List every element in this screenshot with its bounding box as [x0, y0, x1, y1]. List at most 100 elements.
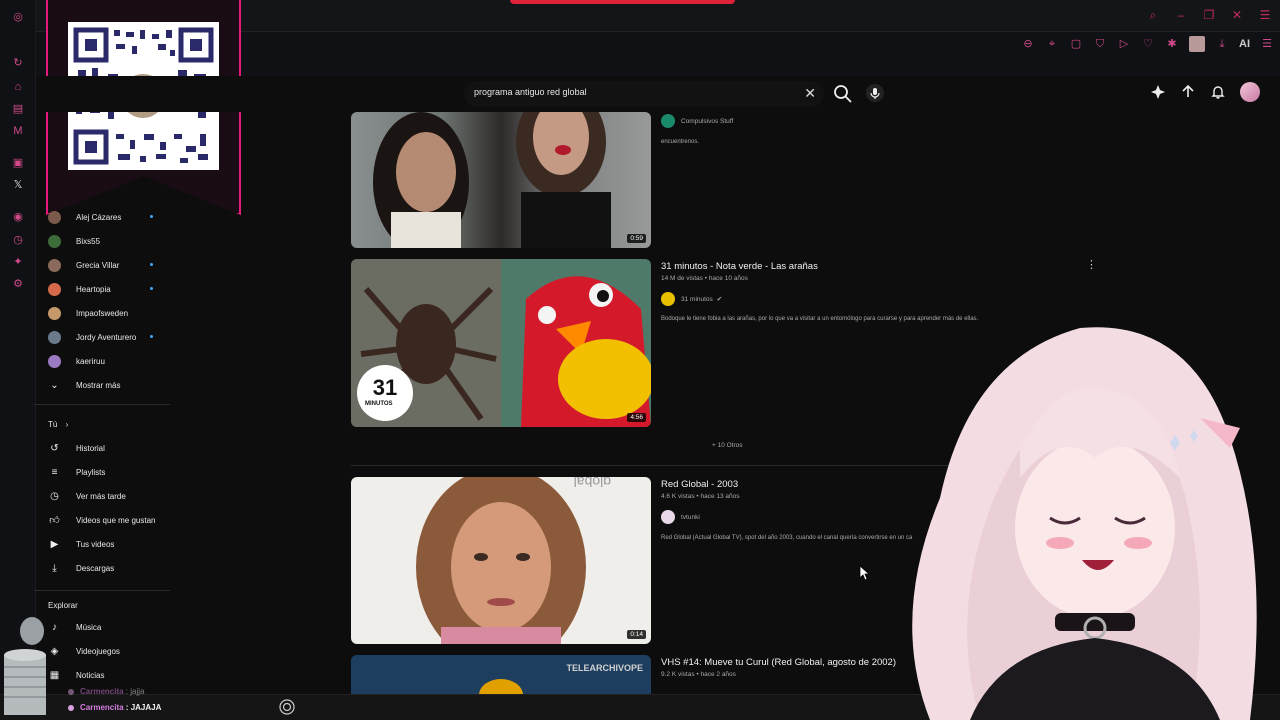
video-title[interactable]: VHS #14: Mueve tu Curul (Red Global, ago…: [661, 657, 896, 668]
video-thumbnail[interactable]: 0:59: [351, 112, 651, 248]
zoom-icon[interactable]: ⊖: [1021, 37, 1035, 51]
extensions-icon[interactable]: ✦: [11, 255, 25, 269]
tin-can-graphic: [4, 617, 46, 715]
channel-avatar: [48, 282, 61, 296]
video-icon: ▶: [50, 538, 59, 550]
clock-icon: ◷: [50, 490, 59, 502]
chat-message: Carmencita : jajja: [68, 687, 144, 696]
clear-search-icon[interactable]: ✕: [804, 85, 816, 101]
play-icon[interactable]: ▷: [1117, 37, 1131, 51]
profile-avatar[interactable]: [1189, 36, 1205, 52]
channel-link[interactable]: Compulsivos Stuff: [661, 114, 733, 128]
nav-item-gamepad[interactable]: ◈ Videojuegos: [48, 643, 120, 659]
crop-icon[interactable]: ▢: [1069, 37, 1083, 51]
show-more-button[interactable]: ⌄ Mostrar más: [48, 377, 120, 393]
close-icon[interactable]: ✕: [1230, 8, 1244, 22]
nav-divider: [34, 590, 170, 591]
verified-icon: ✔: [716, 296, 723, 303]
twitch-icon[interactable]: ▣: [11, 156, 25, 170]
player-icon[interactable]: ◉: [11, 210, 25, 224]
nav-item-music[interactable]: ♪ Música: [48, 619, 101, 635]
video-description: encuentrenos.: [661, 139, 700, 145]
nav-item-video[interactable]: ▶ Tus videos: [48, 536, 115, 552]
thumbnail-image: [373, 112, 611, 248]
search-query[interactable]: programa antiguo red global: [474, 87, 587, 97]
nav-item-download[interactable]: ⤓ Descargas: [48, 560, 114, 576]
note-icon[interactable]: ▤: [11, 102, 25, 116]
subscription-item[interactable]: kaeriruu: [48, 353, 105, 369]
channel-avatar: [661, 292, 675, 306]
window-controls: ⌕ – ❐ ✕ ☰: [1146, 8, 1272, 22]
subscription-item[interactable]: Jordy Aventurero: [48, 329, 153, 345]
nav-item-playlist[interactable]: ≡ Playlists: [48, 464, 106, 480]
download-icon: ⤓: [52, 562, 57, 574]
channel-avatar: [48, 354, 61, 368]
channel-avatar: [48, 330, 61, 344]
channel-link[interactable]: tvtunki: [661, 510, 700, 524]
chat-message: Carmencita : JAJAJA: [68, 703, 161, 712]
video-title[interactable]: Red Global - 2003: [661, 479, 738, 490]
subscription-item[interactable]: Impaofsweden: [48, 305, 128, 321]
nav-item-history[interactable]: ↺ Historial: [48, 440, 105, 456]
channel-avatar: [48, 306, 61, 320]
more-options-icon[interactable]: ⋮: [1086, 258, 1097, 271]
settings-icon[interactable]: ⚙: [11, 277, 25, 291]
browser-sidebar: ◎ ↻ ⌂ ▤ M ▣ 𝕏 ◉ ◷ ✦ ⚙: [0, 0, 36, 720]
shield-icon[interactable]: ⛉: [1093, 37, 1107, 51]
microphone-icon[interactable]: [866, 84, 884, 102]
explore-heading: Explorar: [48, 601, 78, 610]
ai-button[interactable]: AI: [1239, 37, 1250, 51]
menu-icon[interactable]: ☰: [1260, 37, 1274, 51]
video-title[interactable]: 31 minutos - Nota verde - Las arañas: [661, 261, 818, 272]
thumbs-up-icon: 👍︎: [49, 514, 60, 526]
video-thumbnail[interactable]: global 0:14: [351, 477, 651, 644]
thumbnail-watermark: TELEARCHIVOPE: [566, 663, 643, 673]
nav-item-thumbs-up[interactable]: 👍︎ Videos que me gustan: [48, 512, 155, 528]
search-icon[interactable]: ⌕: [1146, 8, 1160, 22]
chat-bullet: [68, 688, 74, 695]
search-icon[interactable]: [832, 83, 854, 105]
gamepad-icon: ◈: [50, 645, 59, 657]
upload-icon[interactable]: [1180, 84, 1196, 100]
thumbnail-image: global: [416, 477, 611, 644]
svg-text:global: global: [574, 477, 611, 490]
puzzle-icon[interactable]: ✱: [1165, 37, 1179, 51]
account-avatar[interactable]: [1240, 82, 1260, 102]
recording-indicator: [510, 0, 735, 4]
x-icon[interactable]: 𝕏: [11, 178, 25, 192]
subscription-item[interactable]: Grecia Villar: [48, 257, 153, 273]
search-input[interactable]: programa antiguo red global ✕: [464, 81, 824, 107]
refresh-icon[interactable]: ↻: [11, 56, 25, 70]
channel-avatar: [48, 210, 61, 224]
nav-item-clock[interactable]: ◷ Ver más tarde: [48, 488, 126, 504]
chat-bullet: [68, 704, 74, 711]
subscription-item[interactable]: Alej Cázares: [48, 209, 153, 225]
channel-link[interactable]: 31 minutos ✔: [661, 292, 722, 306]
minimize-icon[interactable]: –: [1174, 8, 1188, 22]
history-icon[interactable]: ◷: [11, 233, 25, 247]
bag-icon[interactable]: ⌂: [11, 80, 25, 94]
video-meta: 4.6 K vistas • hace 13 años: [661, 493, 740, 500]
more-results-link[interactable]: + 10 Otros: [712, 442, 743, 449]
menu-icon[interactable]: ☰: [1258, 8, 1272, 22]
you-heading[interactable]: Tú ›: [48, 420, 68, 429]
channel-avatar: [661, 510, 675, 524]
nav-item-news[interactable]: ▦ Noticias: [48, 667, 105, 683]
bell-icon[interactable]: [1210, 84, 1226, 100]
spiral-icon: [279, 699, 295, 715]
vtuber-avatar: [912, 327, 1257, 720]
mail-icon[interactable]: M: [11, 124, 25, 138]
music-icon: ♪: [52, 621, 57, 633]
subscription-item[interactable]: Heartopia: [48, 281, 153, 297]
create-icon[interactable]: [1150, 84, 1166, 100]
live-indicator: [150, 287, 153, 290]
news-icon: ▦: [49, 669, 60, 681]
pin-icon[interactable]: ⌖: [1045, 37, 1059, 51]
video-thumbnail[interactable]: 31 MINUTOS 4:56: [351, 259, 651, 427]
nav-divider: [34, 404, 170, 405]
download-icon[interactable]: ⤓: [1215, 37, 1229, 51]
subscription-item[interactable]: Bixs55: [48, 233, 100, 249]
restore-icon[interactable]: ❐: [1202, 8, 1216, 22]
browser-logo-icon: ◎: [13, 11, 23, 23]
heart-icon[interactable]: ♡: [1141, 37, 1155, 51]
